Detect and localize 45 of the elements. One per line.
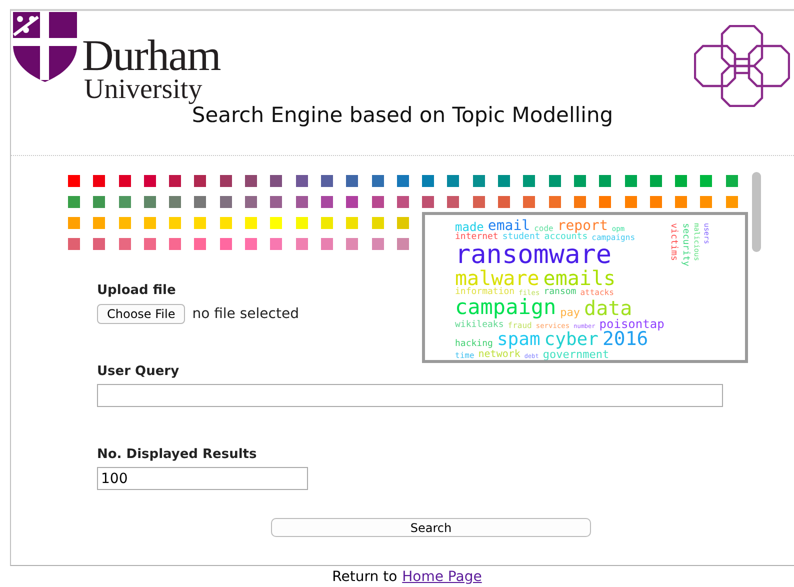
cloud-word: victims	[668, 223, 678, 261]
cloud-word: wikileaks	[455, 321, 504, 330]
cloud-word: campaign	[455, 297, 556, 318]
field-label: Upload file	[97, 283, 176, 299]
query-field[interactable]	[97, 384, 723, 407]
shield-icon	[12, 11, 78, 83]
cloud-word: campaigns	[592, 234, 636, 242]
search-button[interactable]: Search	[271, 518, 591, 537]
file-status: no file selected	[192, 306, 299, 322]
cloud-word: hacking	[455, 340, 493, 349]
logo-subtitle: University	[84, 77, 204, 103]
cloud-word: network	[478, 350, 520, 360]
octagons-icon	[694, 25, 790, 107]
cloud-word: code	[534, 225, 554, 233]
cloud-word: poisontap	[599, 318, 664, 330]
field-label: No. Displayed Results	[97, 447, 257, 463]
cloud-word: spam	[496, 331, 540, 349]
choose-file-button[interactable]: Choose File	[97, 304, 186, 324]
scrollbar-thumb[interactable]	[752, 172, 761, 252]
cloud-word: cyber	[544, 331, 598, 349]
cloud-word: ransomware	[455, 242, 612, 268]
cloud-word: accounts	[544, 233, 588, 242]
results-count-field[interactable]: 100	[97, 467, 308, 490]
cloud-word: internet	[455, 233, 498, 242]
cloud-word: malware	[455, 268, 540, 288]
cloud-word: fraud	[508, 322, 532, 330]
field-label: User Query	[97, 364, 180, 380]
cloud-word: government	[542, 349, 610, 360]
cloud-word: report	[557, 219, 608, 233]
cloud-word: attacks	[580, 289, 614, 297]
cloud-word: 2016	[602, 330, 648, 349]
footer-text: Return to	[332, 569, 398, 585]
cloud-word: information	[455, 288, 515, 297]
cloud-word: emails	[543, 268, 616, 288]
cloud-word: student	[502, 233, 540, 242]
cloud-word: time	[455, 352, 474, 360]
cloud-word: email	[488, 219, 530, 233]
cloud-word: security	[680, 223, 690, 266]
home-page-link[interactable]: Home Page	[402, 569, 482, 585]
cloud-word: pay	[560, 307, 580, 318]
cloud-word: data	[584, 298, 632, 318]
cloud-word: ransom	[544, 288, 576, 297]
page-title: Search Engine based on Topic Modelling	[192, 103, 614, 129]
cloud-word: made	[455, 221, 484, 233]
logo-name: Durham	[82, 35, 220, 77]
